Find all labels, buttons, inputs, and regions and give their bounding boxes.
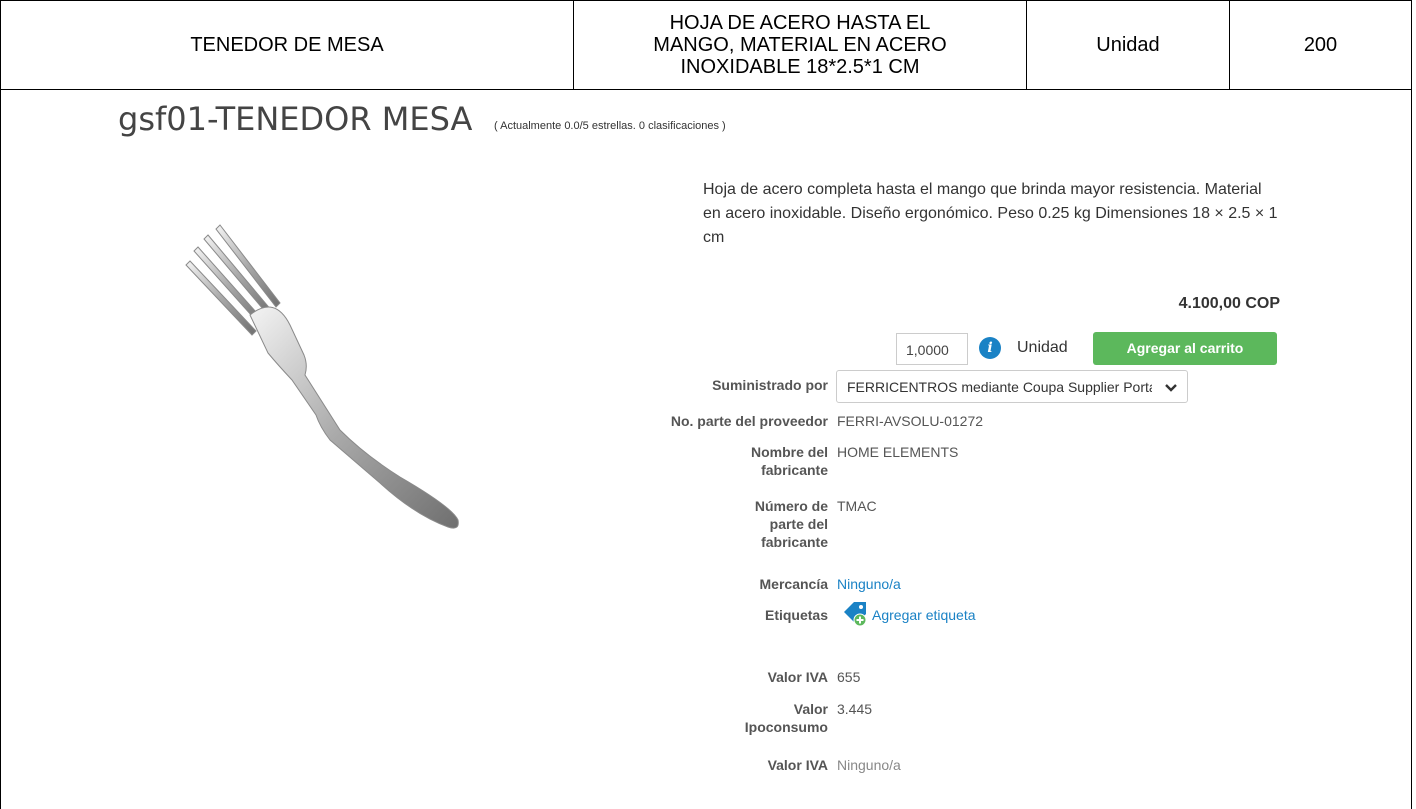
item-name: TENEDOR DE MESA — [190, 34, 384, 56]
description-cell: HOJA DE ACERO HASTA EL MANGO, MATERIAL E… — [573, 0, 1027, 90]
supplier-select[interactable]: FERRICENTROS mediante Coupa Supplier Por… — [836, 370, 1188, 403]
iva2-value: Ninguno/a — [837, 757, 901, 773]
ipoconsumo-value: 3.445 — [837, 701, 873, 717]
product-description: Hoja de acero completa hasta el mango qu… — [703, 181, 1278, 246]
supplier-value: FERRICENTROS mediante Coupa Supplier Por… — [847, 379, 1152, 395]
unit-label: Unidad — [1017, 339, 1068, 356]
description-line: HOJA DE ACERO HASTA EL — [669, 12, 931, 34]
commodity-label: Mercancía — [759, 576, 828, 592]
page-title: gsf01-TENEDOR MESA — [118, 100, 473, 138]
manufacturer-value: HOME ELEMENTS — [837, 444, 959, 460]
mfr-part-label-line: parte del — [769, 516, 828, 532]
add-to-cart-button[interactable]: Agregar al carrito — [1093, 332, 1277, 365]
manufacturer-label-line: fabricante — [761, 462, 828, 478]
header-table: TENEDOR DE MESA HOJA DE ACERO HASTA EL M… — [0, 0, 1412, 90]
tags-label: Etiquetas — [764, 607, 828, 623]
info-icon[interactable]: i — [979, 337, 1001, 359]
fork-image — [185, 224, 459, 529]
iva2-label: Valor IVA — [767, 757, 828, 773]
manufacturer-label: Nombre del fabricante — [751, 443, 828, 479]
commodity-link[interactable]: Ninguno/a — [837, 575, 901, 593]
supplier-label: Suministrado por — [712, 377, 828, 393]
chevron-down-icon — [1165, 384, 1177, 392]
mfr-part-label: Número de parte del fabricante — [755, 497, 828, 551]
supplier-part-label: No. parte del proveedor — [670, 413, 828, 429]
add-tag-icon[interactable] — [842, 600, 870, 628]
unit-cell: Unidad — [1026, 0, 1230, 90]
quantity-input[interactable]: 1,0000 — [896, 333, 968, 365]
quantity-text: 200 — [1303, 34, 1338, 56]
add-tag-link[interactable]: Agregar etiqueta — [872, 606, 976, 624]
ipoconsumo-label-line: Valor — [793, 701, 828, 717]
quantity-cell: 200 — [1229, 0, 1412, 90]
description-line: MANGO, MATERIAL EN ACERO — [653, 34, 947, 56]
description-line: INOXIDABLE 18*2.5*1 CM — [680, 56, 920, 78]
ipoconsumo-label: Valor Ipoconsumo — [745, 700, 828, 736]
mfr-part-label-line: fabricante — [761, 534, 828, 550]
mfr-part-label-line: Número de — [754, 498, 828, 514]
unit-text: Unidad — [1096, 34, 1160, 56]
ipoconsumo-label-line: Ipoconsumo — [744, 719, 828, 735]
mfr-part-value: TMAC — [837, 498, 877, 514]
supplier-part-value: FERRI-AVSOLU-01272 — [837, 413, 984, 429]
rating-text: ( Actualmente 0.0/5 estrellas. 0 clasifi… — [494, 120, 726, 132]
iva-value: 655 — [837, 669, 861, 685]
price: 4.100,00 COP — [1178, 295, 1280, 312]
item-cell: TENEDOR DE MESA — [0, 0, 574, 90]
manufacturer-label-line: Nombre del — [750, 444, 828, 460]
iva-label: Valor IVA — [767, 669, 828, 685]
